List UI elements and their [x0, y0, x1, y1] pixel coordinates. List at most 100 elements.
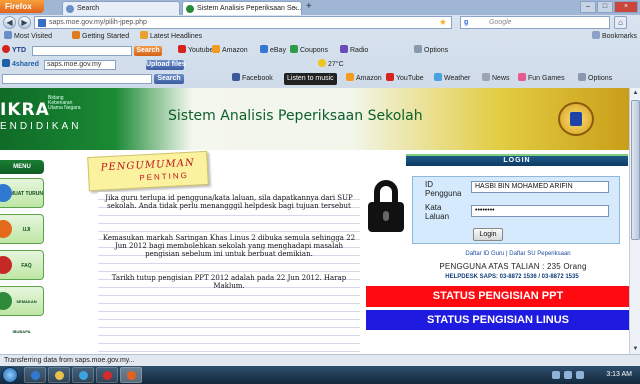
toolbar-4shared: 4shared saps.moe.gov.my Upload files 27°… — [0, 58, 640, 72]
login-header: LOGIN — [406, 154, 628, 166]
tray-flag-icon[interactable] — [576, 371, 584, 379]
bookmark-getting-started[interactable]: Getting Started — [72, 30, 129, 44]
ytd-icon — [2, 45, 10, 53]
toolbar-options[interactable]: Options — [414, 44, 448, 58]
toolbar-search: Search Facebook Listen to music Amazon Y… — [0, 72, 640, 86]
close-tab-icon[interactable]: × — [293, 2, 298, 15]
back-icon[interactable]: ◀ — [3, 16, 16, 29]
tab-saps[interactable]: Sistem Analisis Peperiksaan Se... × — [182, 1, 302, 15]
address-bar[interactable]: saps.moe.gov.my/pilih-jpep.php ★ — [34, 16, 452, 29]
login-button[interactable]: Login — [473, 228, 503, 241]
search-bar[interactable]: g Google — [460, 16, 610, 29]
vertical-scrollbar[interactable]: ▲ ▼ — [629, 88, 640, 354]
ebay-icon — [260, 45, 268, 53]
toolbar3-news[interactable]: News — [482, 72, 510, 86]
ytd-search-button[interactable]: Search — [134, 46, 162, 56]
ministry-crest-icon — [558, 102, 594, 136]
bookmark-most-visited[interactable]: Most Visited — [4, 30, 52, 44]
toolbar3-options[interactable]: Options — [578, 72, 612, 86]
tab-search[interactable]: Search — [62, 1, 180, 15]
site-favicon-icon — [38, 19, 46, 27]
tray-volume-icon[interactable] — [564, 371, 572, 379]
online-users: PENGGUNA ATAS TALIAN : 235 Orang — [439, 262, 587, 271]
password-field[interactable]: •••••••• — [471, 205, 609, 217]
scroll-thumb[interactable] — [631, 100, 640, 240]
menu-item-semakan-ibubapa[interactable]: SEMAKAN IBUBAPA — [0, 286, 44, 334]
taskbar-folder[interactable] — [48, 367, 70, 383]
windows-taskbar: 3:13 AM — [0, 366, 640, 384]
taskbar-opera[interactable] — [96, 367, 118, 383]
maximize-icon[interactable]: □ — [597, 1, 613, 13]
4shared-brand[interactable]: 4shared — [2, 58, 39, 72]
toolbar-youtube[interactable]: Youtube — [178, 44, 213, 58]
ytd-search-input[interactable] — [32, 46, 132, 56]
tray-network-icon[interactable] — [552, 371, 560, 379]
ytd-brand[interactable]: YTD — [2, 44, 26, 58]
toolbar3-youtube[interactable]: YouTube — [386, 72, 424, 86]
bookmarks-menu[interactable]: Bookmarks — [592, 30, 637, 44]
tab-label: Search — [77, 5, 100, 12]
4shared-search-input[interactable]: saps.moe.gov.my — [44, 60, 116, 70]
opera-icon — [103, 371, 112, 380]
tab-bar: Firefox Search Sistem Analisis Peperiksa… — [0, 0, 640, 15]
site-title: Sistem Analisis Peperiksaan Sekolah — [168, 108, 423, 124]
window-controls: – □ × — [580, 1, 638, 13]
menu-item-faq[interactable]: FAQ — [0, 250, 44, 280]
toolbar-listen-music[interactable]: Listen to music — [284, 73, 337, 85]
weather-temp[interactable]: 27°C — [318, 58, 344, 72]
download-icon — [0, 184, 12, 202]
toolbar-ebay[interactable]: eBay — [260, 44, 286, 58]
scroll-up-icon[interactable]: ▲ — [631, 88, 640, 98]
firefox-menu-button[interactable]: Firefox — [0, 0, 44, 13]
toolbar-search-button[interactable]: Search — [154, 74, 184, 84]
taskbar-clock[interactable]: 3:13 AM — [606, 366, 632, 384]
bookmarks-bar: Most Visited Getting Started Latest Head… — [0, 30, 640, 44]
taskbar-explorer[interactable] — [24, 367, 46, 383]
toolbar3-fun-games[interactable]: Fun Games — [518, 72, 565, 86]
amazon-icon — [212, 45, 220, 53]
home-icon[interactable]: ⌂ — [614, 16, 627, 29]
bookmark-latest-headlines[interactable]: Latest Headlines — [140, 30, 202, 44]
amazon-icon — [346, 73, 354, 81]
bookmarks-icon — [592, 31, 600, 39]
menu-item-uji-kelajuan[interactable]: UJI KELAJUAN — [0, 214, 44, 263]
weather-icon — [434, 73, 442, 81]
forward-icon[interactable]: ▶ — [18, 16, 31, 29]
minimize-icon[interactable]: – — [580, 1, 596, 13]
radio-icon — [340, 45, 348, 53]
padlock-icon — [366, 180, 406, 234]
scroll-down-icon[interactable]: ▼ — [631, 344, 640, 354]
start-button[interactable] — [2, 367, 18, 383]
tab-label: Sistem Analisis Peperiksaan Se... — [197, 5, 302, 12]
new-tab-icon[interactable]: + — [306, 2, 318, 13]
id-label: ID Pengguna — [425, 180, 462, 198]
taskbar-firefox[interactable] — [120, 367, 142, 383]
announcement-title: PENGUMUMAN PENTING — [87, 150, 209, 192]
toolbar-coupons[interactable]: Coupons — [290, 44, 328, 58]
status-linus-button[interactable]: STATUS PENGISIAN LINUS — [366, 310, 630, 330]
user-id-field[interactable]: HASBI BIN MOHAMED ARIFIN — [471, 181, 609, 193]
taskbar-media[interactable] — [72, 367, 94, 383]
status-ppt-button[interactable]: STATUS PENGISIAN PPT — [366, 286, 630, 307]
toolbar-search-input[interactable] — [2, 74, 152, 84]
speed-icon — [0, 220, 12, 238]
bookmark-star-icon[interactable]: ★ — [439, 17, 447, 28]
upload-files-button[interactable]: Upload files — [146, 60, 186, 70]
media-icon — [79, 371, 88, 380]
register-links[interactable]: Daftar ID Guru | Daftar SU Peperiksaan — [418, 251, 618, 257]
facebook-icon — [232, 73, 240, 81]
toolbar-amazon[interactable]: Amazon — [212, 44, 248, 58]
toolbar3-weather[interactable]: Weather — [434, 72, 470, 86]
toolbar-radio[interactable]: Radio — [340, 44, 368, 58]
toolbar3-amazon[interactable]: Amazon — [346, 72, 382, 86]
tab-favicon-icon — [66, 5, 74, 13]
folder-icon — [55, 371, 64, 380]
parents-icon — [0, 292, 12, 310]
toolbar-facebook[interactable]: Facebook — [232, 72, 273, 86]
logo-tagline: Bidang Kebenaran Utama Negara — [48, 95, 81, 111]
google-icon: g — [464, 19, 469, 26]
close-window-icon[interactable]: × — [614, 1, 638, 13]
ie-icon — [31, 371, 40, 380]
menu-item-muat-turun[interactable]: MUAT TURUN — [0, 178, 44, 208]
browser-chrome: Firefox Search Sistem Analisis Peperiksa… — [0, 0, 640, 88]
